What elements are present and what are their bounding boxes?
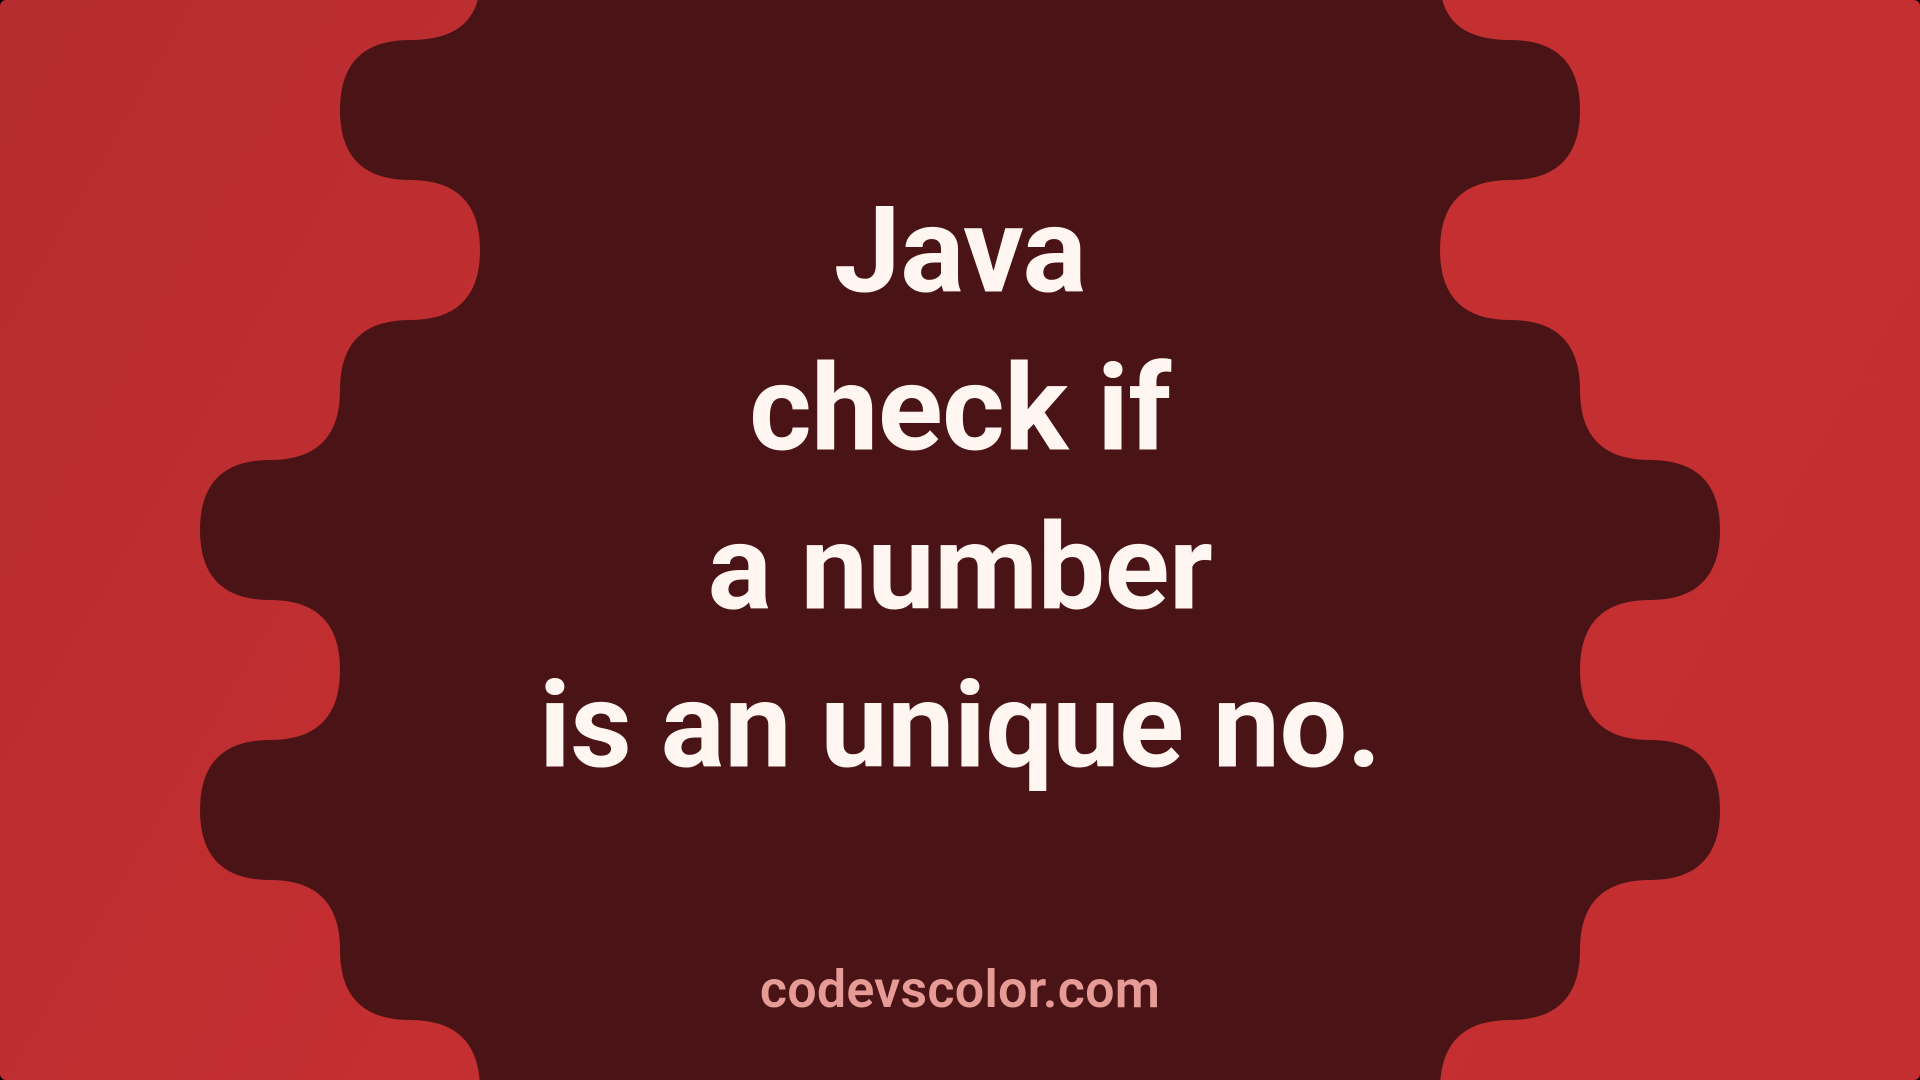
title-line-3: a number <box>539 489 1381 647</box>
banner-title: Java check if a number is an unique no. <box>539 173 1381 807</box>
title-line-2: check if <box>539 331 1381 489</box>
banner-canvas: Java check if a number is an unique no. … <box>0 0 1920 1080</box>
title-line-1: Java <box>539 173 1381 331</box>
watermark-text: codevscolor.com <box>760 959 1160 1020</box>
title-line-4: is an unique no. <box>539 648 1381 806</box>
